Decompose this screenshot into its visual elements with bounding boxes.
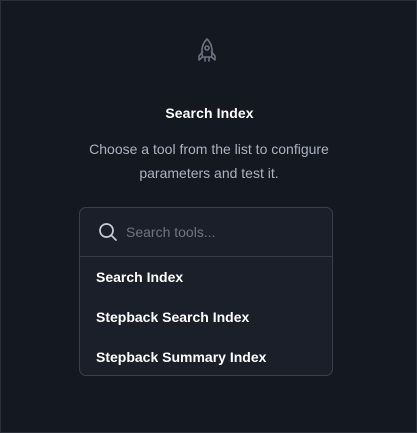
page-description: Choose a tool from the list to configure… [89, 141, 329, 181]
tool-item-search-index[interactable]: Search Index [80, 257, 332, 297]
rocket-icon [194, 37, 220, 67]
search-icon [98, 222, 118, 242]
tool-item-stepback-summary-index[interactable]: Stepback Summary Index [80, 337, 332, 377]
content-frame: Search Index Choose a tool from the list… [0, 0, 417, 433]
tool-picker: Search Index Stepback Search Index Stepb… [79, 207, 333, 376]
search-bar [80, 208, 332, 257]
search-input[interactable] [126, 221, 316, 243]
tool-item-stepback-search-index[interactable]: Stepback Search Index [80, 297, 332, 337]
tool-list: Search Index Stepback Search Index Stepb… [80, 257, 332, 377]
page-title: Search Index [165, 105, 254, 121]
